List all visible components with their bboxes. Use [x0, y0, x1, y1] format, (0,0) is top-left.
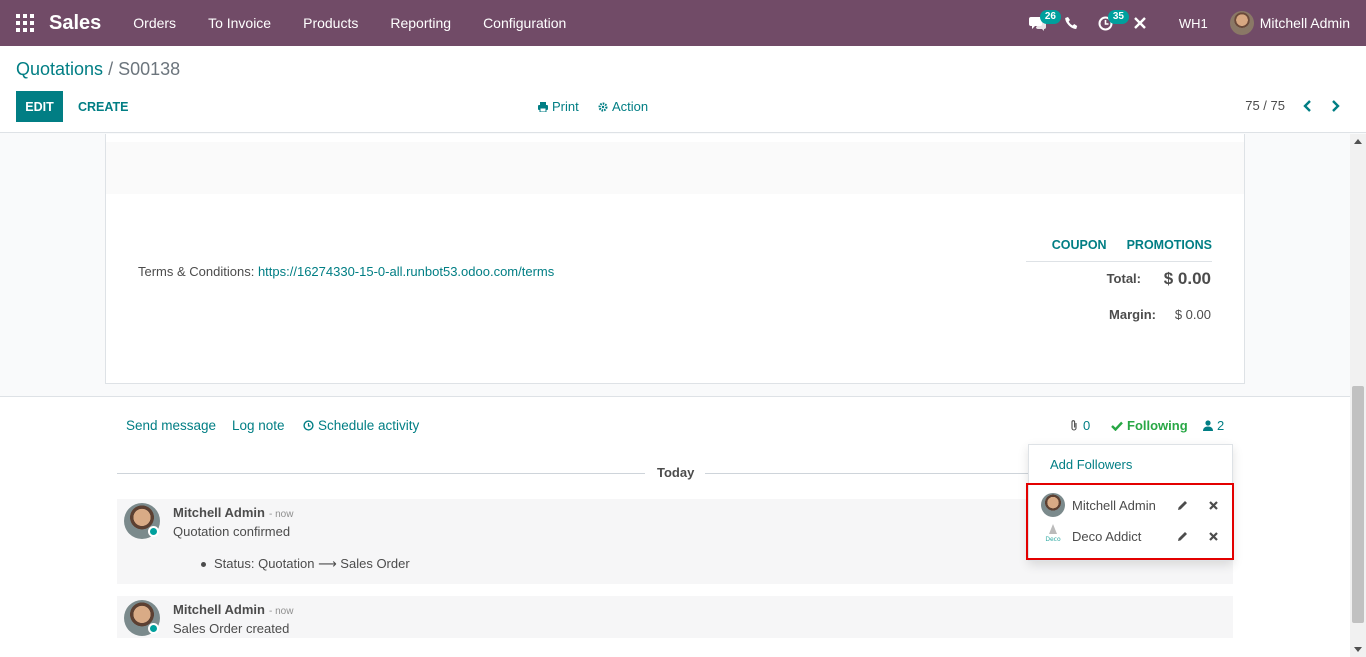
create-button[interactable]: CREATE	[72, 91, 134, 122]
user-name: Mitchell Admin	[1259, 15, 1350, 31]
app-brand[interactable]: Sales	[49, 12, 101, 35]
terms-link[interactable]: https://16274330-15-0-all.runbot53.odoo.…	[258, 264, 554, 279]
pencil-icon	[1177, 531, 1187, 541]
pager-value[interactable]: 75 / 75	[1245, 98, 1285, 113]
phone-icon	[1065, 16, 1078, 29]
chevron-left-icon	[1302, 100, 1311, 112]
online-status-dot	[148, 526, 159, 537]
margin-value: $ 0.00	[1174, 307, 1211, 322]
add-followers-button[interactable]: Add Followers	[1050, 457, 1132, 472]
total-value: $ 0.00	[1163, 269, 1211, 288]
user-avatar	[1229, 11, 1254, 35]
message-time: - now	[268, 606, 294, 617]
print-button[interactable]: Print	[538, 99, 579, 114]
followers-dropdown: Add Followers Mitchell Admin Deco Addict	[1028, 444, 1233, 561]
company-switcher[interactable]: WH1	[1157, 16, 1230, 31]
terms-label: Terms & Conditions:	[138, 264, 255, 279]
tracking-value: Status: Quotation ⟶ Sales Order	[201, 556, 410, 572]
menu-reporting[interactable]: Reporting	[374, 0, 467, 46]
margin-label: Margin:	[1109, 307, 1156, 322]
breadcrumb-separator: /	[108, 59, 114, 79]
scrollbar-thumb[interactable]	[1352, 386, 1364, 623]
paperclip-icon	[1071, 420, 1077, 431]
scroll-up-arrow[interactable]	[1354, 139, 1362, 144]
attachments-button[interactable]: 0	[1069, 418, 1090, 433]
user-menu[interactable]: Mitchell Admin	[1229, 11, 1366, 35]
user-icon	[1203, 420, 1213, 431]
edit-follower-button[interactable]	[1172, 526, 1192, 546]
online-status-dot	[148, 623, 159, 634]
scrollbar[interactable]	[1350, 134, 1366, 657]
pencil-icon	[1177, 500, 1187, 510]
action-button[interactable]: Action	[598, 99, 648, 114]
menu-products[interactable]: Products	[287, 0, 374, 46]
activities-button[interactable]: 35	[1089, 0, 1129, 46]
chatter-message: Mitchell Admin - now Sales Order created	[117, 596, 1233, 638]
debug-tools-button[interactable]	[1123, 0, 1157, 46]
edit-follower-button[interactable]	[1172, 495, 1192, 515]
followers-button[interactable]: 2	[1203, 418, 1224, 433]
menu-to-invoice[interactable]: To Invoice	[192, 0, 287, 46]
send-message-button[interactable]: Send message	[126, 418, 216, 433]
following-label: Following	[1127, 418, 1188, 433]
log-note-button[interactable]: Log note	[232, 418, 285, 433]
follower-avatar	[1041, 524, 1065, 548]
breadcrumb-quotations[interactable]: Quotations	[16, 59, 103, 79]
following-button[interactable]: Following	[1111, 418, 1188, 433]
message-body: Quotation confirmed	[173, 524, 291, 539]
promo-buttons: COUPON PROMOTIONS	[1026, 238, 1212, 262]
menu-orders[interactable]: Orders	[117, 0, 192, 46]
follower-item: Mitchell Admin	[1041, 491, 1223, 519]
top-navbar: Sales Orders To Invoice Products Reporti…	[0, 0, 1366, 46]
menu-configuration[interactable]: Configuration	[467, 0, 582, 46]
close-icon	[1208, 500, 1218, 510]
remove-follower-button[interactable]	[1203, 526, 1223, 546]
form-sheet: Terms & Conditions: https://16274330-15-…	[105, 134, 1245, 384]
remove-follower-button[interactable]	[1203, 495, 1223, 515]
scroll-down-arrow[interactable]	[1354, 647, 1362, 652]
print-label: Print	[552, 99, 579, 114]
clock-icon	[303, 420, 314, 431]
apps-menu-icon[interactable]	[16, 14, 34, 32]
coupon-button[interactable]: COUPON	[1052, 238, 1107, 261]
pager-next-button[interactable]	[1325, 96, 1345, 116]
message-author[interactable]: Mitchell Admin - now	[173, 505, 293, 520]
schedule-activity-button[interactable]: Schedule activity	[303, 418, 419, 433]
check-icon	[1111, 421, 1123, 431]
chevron-right-icon	[1331, 100, 1340, 112]
pager-previous-button[interactable]	[1297, 96, 1317, 116]
promotions-button[interactable]: PROMOTIONS	[1127, 238, 1212, 261]
followers-count: 2	[1217, 418, 1225, 433]
form-scroll-area: Terms & Conditions: https://16274330-15-…	[0, 134, 1350, 657]
messaging-button[interactable]: 26	[1021, 0, 1061, 46]
follower-name[interactable]: Mitchell Admin	[1072, 498, 1161, 513]
action-label: Action	[612, 99, 649, 114]
total-label: Total:	[1106, 271, 1141, 286]
message-body: Sales Order created	[173, 621, 290, 636]
breadcrumb-current: S00138	[118, 59, 181, 79]
edit-button[interactable]: EDIT	[16, 91, 63, 122]
schedule-activity-label: Schedule activity	[318, 418, 420, 433]
follower-name[interactable]: Deco Addict	[1072, 529, 1161, 544]
today-label: Today	[657, 465, 695, 480]
control-panel: Quotations / S00138 EDIT CREATE Print Ac…	[0, 46, 1366, 133]
follower-item: Deco Addict	[1041, 522, 1223, 550]
print-icon	[538, 101, 548, 112]
gear-icon	[598, 101, 608, 112]
follower-avatar	[1041, 493, 1065, 517]
phone-button[interactable]	[1055, 0, 1089, 46]
breadcrumb: Quotations / S00138	[16, 59, 180, 80]
message-author[interactable]: Mitchell Admin - now	[173, 602, 293, 617]
message-time: - now	[268, 509, 294, 520]
close-icon	[1208, 531, 1218, 541]
close-tools-icon	[1133, 17, 1146, 29]
terms-and-conditions: Terms & Conditions: https://16274330-15-…	[138, 264, 554, 279]
attachments-count: 0	[1083, 418, 1091, 433]
order-lines-footer	[106, 134, 1244, 194]
